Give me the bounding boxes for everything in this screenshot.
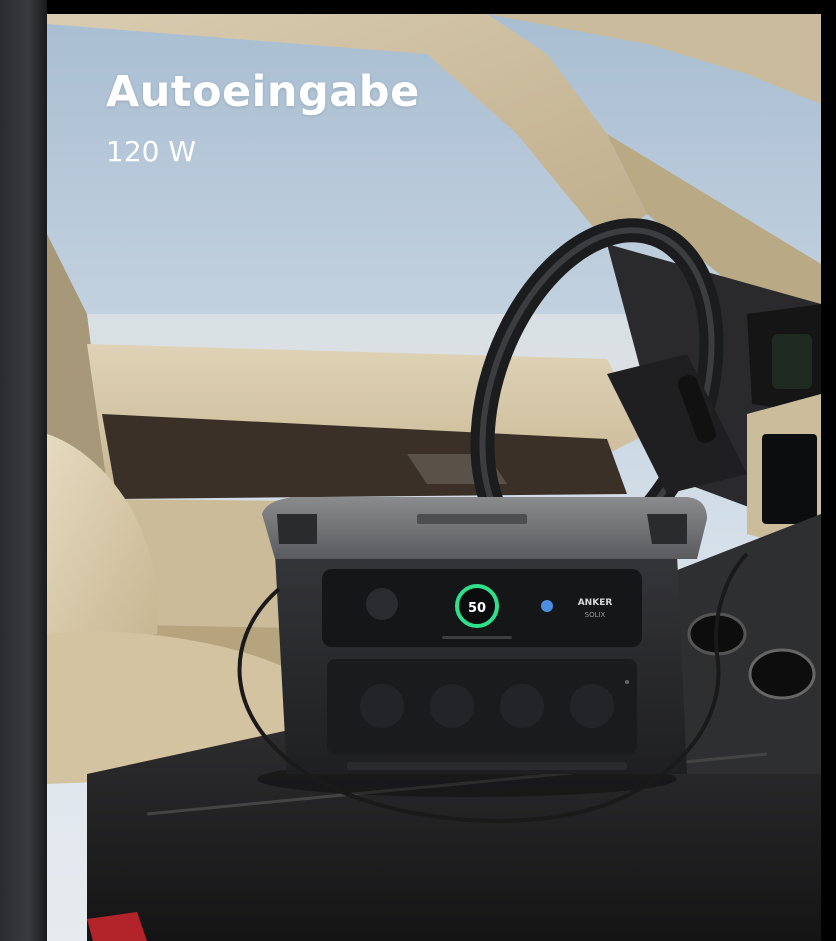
feature-power-value: 120 W [106, 135, 197, 168]
brand-sub-label: SOLIX [585, 611, 606, 619]
power-station-device: 50 ANKER SOLIX [237, 497, 749, 823]
display-value: 50 [468, 601, 486, 616]
top-border [0, 0, 836, 14]
brand-label: ANKER [578, 598, 613, 608]
product-feature-card: 50 ANKER SOLIX Autoeingabe 120 W [0, 0, 836, 941]
feature-caption: Autoeingabe 120 W [106, 64, 420, 168]
left-edge-strip [0, 0, 47, 941]
feature-title: Autoeingabe [106, 67, 420, 117]
